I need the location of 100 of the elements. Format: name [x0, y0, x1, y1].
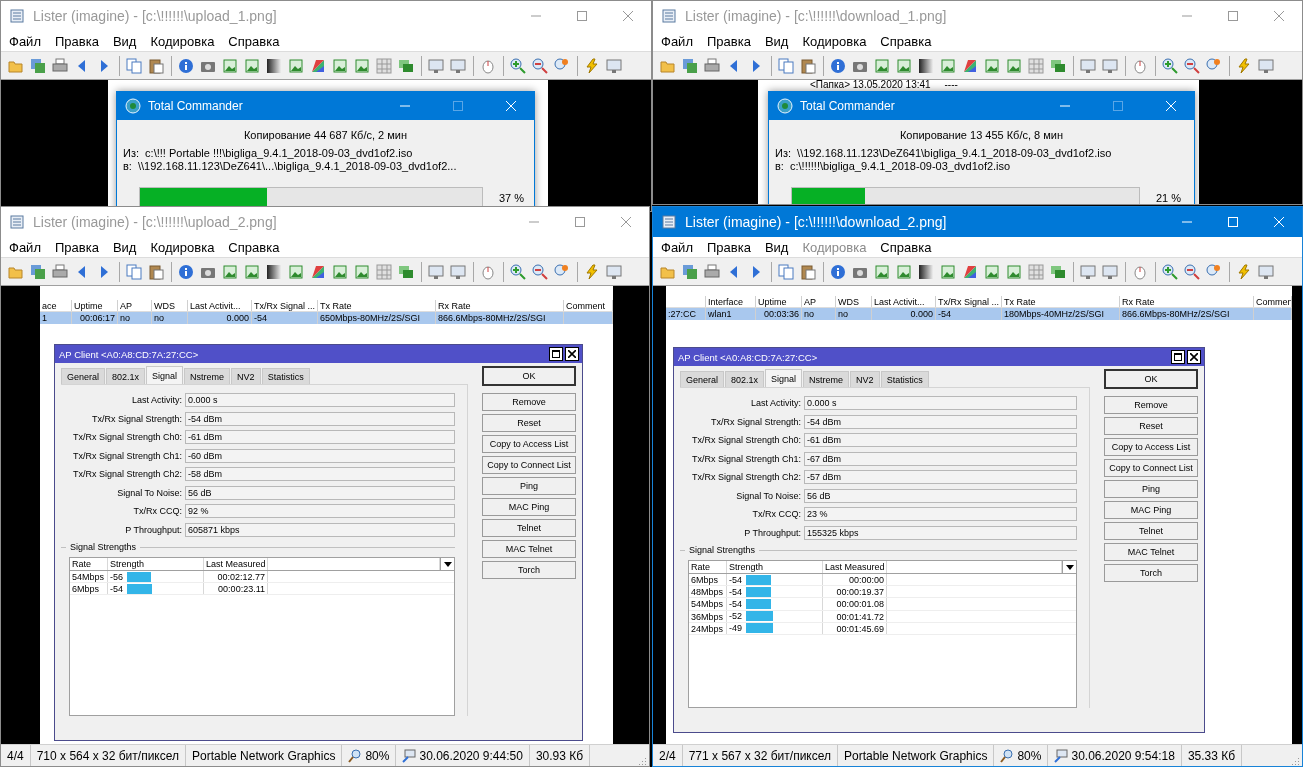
dialog-button[interactable]: OK — [482, 366, 576, 386]
column-header[interactable]: Tx Rate — [318, 300, 436, 311]
dialog-button[interactable]: OK — [1104, 369, 1198, 389]
close-button[interactable] — [1187, 350, 1201, 364]
value-field[interactable]: -57 dBm — [804, 470, 1077, 485]
value-field[interactable]: -61 dBm — [804, 433, 1077, 448]
column-header[interactable]: Uptime — [756, 296, 802, 307]
menu-item[interactable]: Вид — [105, 239, 144, 255]
dialog-button[interactable]: Ping — [482, 477, 576, 495]
dialog-button[interactable]: Copy to Access List — [1104, 438, 1198, 456]
menu-item[interactable]: Справка — [873, 33, 939, 49]
menu-item[interactable]: Файл — [654, 33, 700, 49]
column-header[interactable]: Uptime — [72, 300, 118, 311]
column-header[interactable]: Strength — [108, 558, 204, 570]
dialog-button[interactable]: Torch — [482, 561, 576, 579]
column-header[interactable]: Interface — [706, 296, 756, 307]
value-field[interactable]: -54 dBm — [185, 411, 455, 426]
value-field[interactable]: 23 % — [804, 507, 1077, 522]
maximize-button[interactable] — [1171, 350, 1185, 364]
dialog-button[interactable]: Torch — [1104, 564, 1198, 582]
tab[interactable]: Nstreme — [184, 368, 231, 384]
column-header[interactable]: AP — [118, 300, 152, 311]
column-header[interactable]: Rate — [70, 558, 108, 570]
column-header[interactable]: Last Measured — [823, 561, 887, 573]
menu-item[interactable]: Вид — [757, 33, 796, 49]
value-field[interactable]: 0.000 s — [185, 393, 455, 408]
tab[interactable]: General — [680, 371, 725, 387]
column-header[interactable]: WDS — [152, 300, 188, 311]
value-field[interactable]: -58 dBm — [185, 467, 455, 482]
dialog-button[interactable]: Copy to Connect List — [1104, 459, 1198, 477]
menu-item[interactable]: Справка — [221, 239, 287, 255]
menu-item[interactable]: Файл — [2, 33, 48, 49]
menu-item[interactable]: Правка — [699, 33, 758, 49]
column-header[interactable]: Rx Rate — [436, 300, 564, 311]
tab[interactable]: 802.1x — [106, 368, 146, 384]
value-field[interactable]: 605871 kbps — [185, 522, 455, 537]
column-header[interactable]: Tx Rate — [1002, 296, 1120, 307]
value-field[interactable]: -60 dBm — [185, 448, 455, 463]
close-button[interactable] — [565, 347, 579, 361]
dropdown-button[interactable] — [440, 558, 454, 570]
column-header[interactable]: ace — [40, 300, 72, 311]
tab[interactable]: Statistics — [880, 371, 929, 387]
dialog-button[interactable]: Ping — [1104, 480, 1198, 498]
value-field[interactable]: 155325 kbps — [804, 525, 1077, 540]
value-field[interactable]: 56 dB — [804, 488, 1077, 503]
column-header[interactable]: Rate — [689, 561, 727, 573]
dialog-button[interactable]: Remove — [1104, 396, 1198, 414]
tab[interactable]: Signal — [146, 366, 184, 384]
value-field[interactable]: 92 % — [185, 504, 455, 519]
tab[interactable]: NV2 — [850, 371, 880, 387]
tab[interactable]: General — [61, 368, 106, 384]
column-header[interactable]: Last Activit... — [872, 296, 936, 307]
dialog-button[interactable]: MAC Telnet — [482, 540, 576, 558]
table-row[interactable]: 1 00:06:17 no no 0.000 -54 650Mbps-80MHz/2S/SGI 866.6Mbps-80MHz/2S/SGI — [40, 312, 613, 324]
dialog-button[interactable]: MAC Telnet — [1104, 543, 1198, 561]
value-field[interactable]: 56 dB — [185, 485, 455, 500]
maximize-button[interactable] — [549, 347, 563, 361]
menu-item[interactable]: Правка — [699, 239, 758, 255]
column-header[interactable]: Rx Rate — [1120, 296, 1254, 307]
menu-item[interactable]: Кодировка — [143, 33, 222, 49]
column-header[interactable]: WDS — [836, 296, 872, 307]
dialog-button[interactable]: Reset — [1104, 417, 1198, 435]
value-field[interactable]: -61 dBm — [185, 430, 455, 445]
dialog-button[interactable]: MAC Ping — [1104, 501, 1198, 519]
menu-item[interactable]: Файл — [2, 239, 48, 255]
dialog-button[interactable]: Copy to Connect List — [482, 456, 576, 474]
dialog-button[interactable]: Remove — [482, 393, 576, 411]
tab[interactable]: Signal — [765, 369, 803, 387]
column-header[interactable]: Tx/Rx Signal ... — [252, 300, 318, 311]
menu-item[interactable]: Вид — [757, 239, 796, 255]
value-field[interactable]: -67 dBm — [804, 451, 1077, 466]
menu-item[interactable]: Файл — [654, 239, 700, 255]
resize-grip-icon[interactable] — [637, 756, 647, 766]
value-field[interactable]: -54 dBm — [804, 414, 1077, 429]
menu-item[interactable]: Справка — [873, 239, 939, 255]
dialog-button[interactable]: Copy to Access List — [482, 435, 576, 453]
menu-item[interactable]: Кодировка — [795, 33, 874, 49]
menu-item[interactable]: Вид — [105, 33, 144, 49]
column-header[interactable]: Tx/Rx Signal ... — [936, 296, 1002, 307]
column-header[interactable]: Last Measured — [204, 558, 268, 570]
column-header[interactable]: Comment — [564, 300, 613, 311]
dialog-button[interactable]: Telnet — [482, 519, 576, 537]
tab[interactable]: NV2 — [231, 368, 261, 384]
menu-item[interactable]: Правка — [47, 33, 106, 49]
menu-item[interactable]: Правка — [47, 239, 106, 255]
column-header[interactable]: AP — [802, 296, 836, 307]
tab[interactable]: Nstreme — [803, 371, 850, 387]
dialog-button[interactable]: MAC Ping — [482, 498, 576, 516]
menu-item[interactable]: Справка — [221, 33, 287, 49]
dropdown-button[interactable] — [1062, 561, 1076, 573]
tab[interactable]: Statistics — [261, 368, 310, 384]
dialog-button[interactable]: Telnet — [1104, 522, 1198, 540]
column-header[interactable]: Strength — [727, 561, 823, 573]
menu-item[interactable]: Кодировка — [143, 239, 222, 255]
table-row[interactable]: :27:CC wlan1 00:03:36 no no 0.000 -54 180Mbps-40MHz/2S/SGI 866.6Mbps-80MHz/2S/SGI — [666, 308, 1292, 320]
tab[interactable]: 802.1x — [725, 371, 765, 387]
dialog-button[interactable]: Reset — [482, 414, 576, 432]
value-field[interactable]: 0.000 s — [804, 396, 1077, 411]
column-header[interactable]: Last Activit... — [188, 300, 252, 311]
resize-grip-icon[interactable] — [1290, 756, 1300, 766]
